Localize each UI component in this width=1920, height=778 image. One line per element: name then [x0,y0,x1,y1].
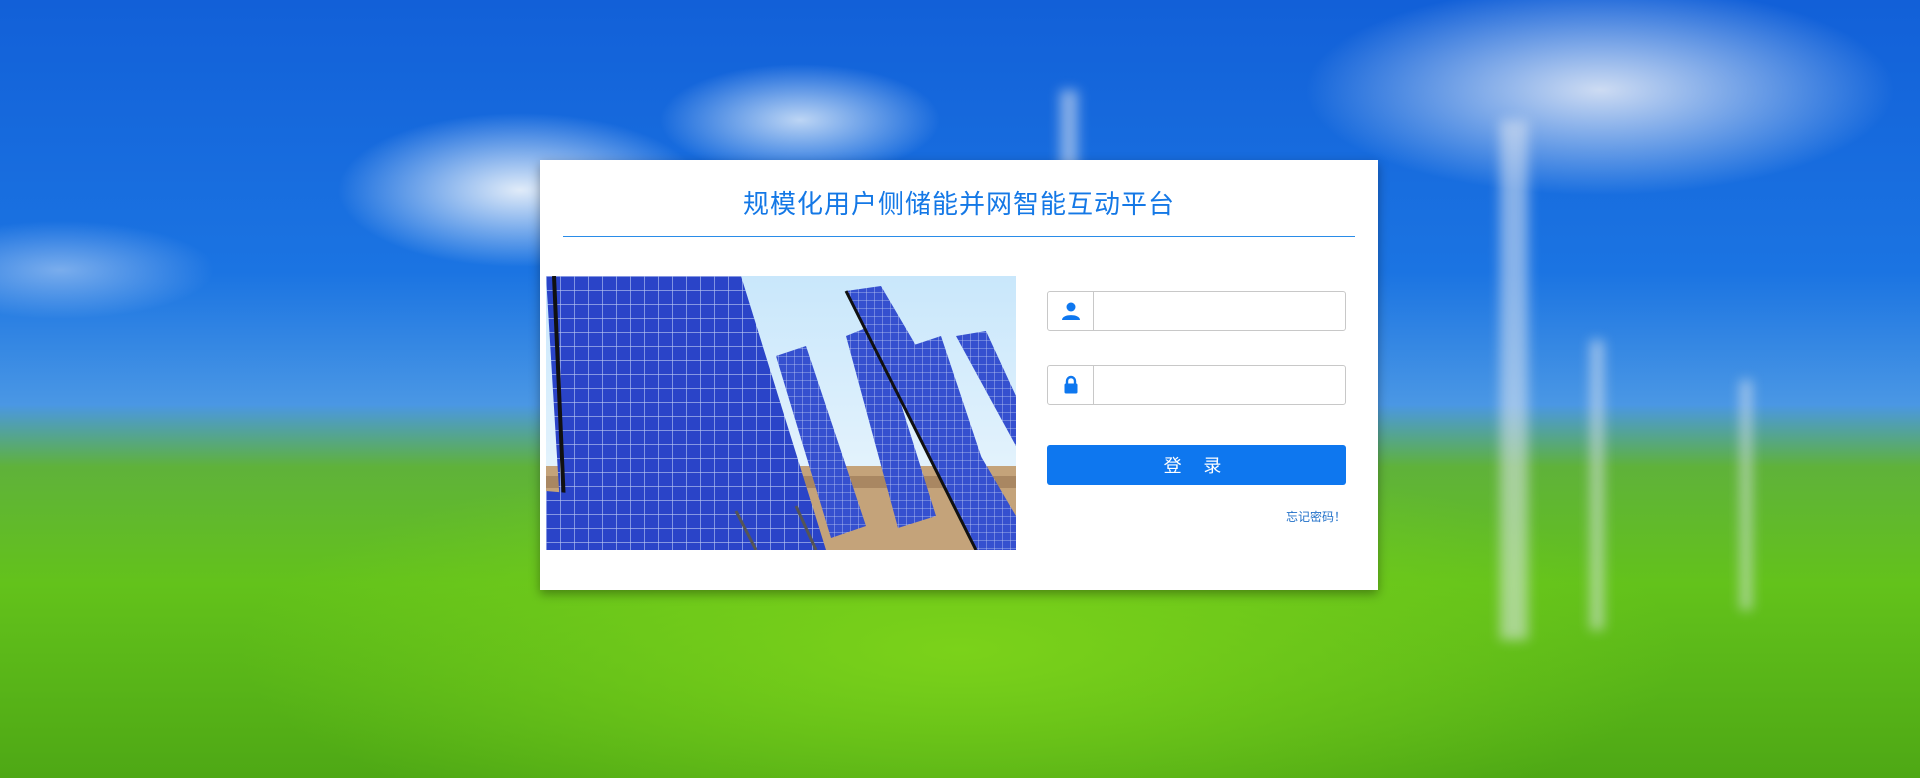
password-field [1047,365,1346,405]
login-button[interactable]: 登 录 [1047,445,1346,485]
solar-panel-image [546,276,1016,550]
wind-turbine-tower [1740,380,1752,610]
login-card: 规模化用户侧储能并网智能互动平台 登 录 忘记密码！ [540,160,1378,590]
forgot-password-link[interactable]: 忘记密码！ [1286,508,1346,525]
lock-icon [1064,375,1077,394]
wind-turbine-tower [1590,340,1604,630]
password-icon-box [1048,366,1094,404]
username-icon-box [1048,292,1094,330]
password-input[interactable] [1094,366,1344,404]
username-input[interactable] [1094,292,1344,330]
user-icon [1061,302,1080,320]
page-title: 规模化用户侧储能并网智能互动平台 [742,190,1175,220]
username-field [1047,291,1346,331]
wind-turbine-tower [1500,120,1528,640]
title-divider [563,236,1355,237]
